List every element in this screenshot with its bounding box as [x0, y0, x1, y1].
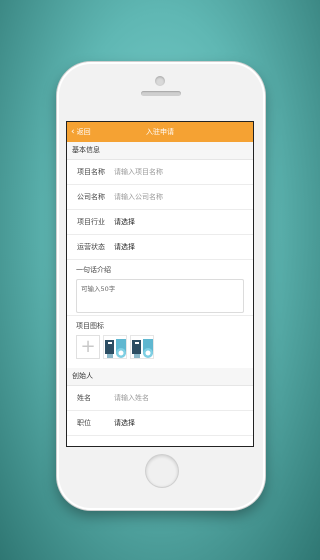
status-label: 运营状态: [77, 243, 105, 251]
earpiece-speaker: [141, 91, 181, 96]
image-thumbnail-icon: [131, 336, 153, 358]
image-thumbnail-icon: [104, 336, 126, 358]
intro-label: 一句话介绍: [76, 266, 111, 274]
section-basic-info: 基本信息: [67, 142, 253, 160]
intro-block: 一句话介绍: [67, 260, 253, 316]
company-name-label: 公司名称: [77, 193, 105, 201]
add-image-button[interactable]: +: [76, 335, 100, 359]
project-name-label: 项目名称: [77, 168, 105, 176]
plus-icon: +: [80, 336, 96, 357]
page-title: 入驻申请: [146, 128, 174, 136]
founder-position-label: 职位: [77, 419, 91, 427]
project-icon-row: +: [76, 335, 244, 359]
uploaded-image-thumb[interactable]: [130, 335, 154, 359]
back-button[interactable]: ‹ 返回: [71, 122, 91, 142]
home-button[interactable]: [146, 455, 178, 487]
chevron-left-icon: ‹: [71, 126, 75, 137]
industry-row[interactable]: 项目行业 请选择: [67, 210, 253, 235]
intro-textarea[interactable]: [76, 279, 244, 313]
top-nav-bar: 入驻申请 ‹ 返回: [67, 122, 253, 142]
project-icon-block: 项目图标 +: [67, 316, 253, 368]
founder-position-select[interactable]: 请选择: [114, 418, 135, 428]
front-camera: [155, 76, 165, 86]
uploaded-image-thumb[interactable]: [103, 335, 127, 359]
industry-label: 项目行业: [77, 218, 105, 226]
section-founder: 创始人: [67, 368, 253, 386]
project-icon-label: 项目图标: [76, 322, 104, 330]
founder-name-row: 姓名: [67, 386, 253, 411]
company-name-row: 公司名称: [67, 185, 253, 210]
project-name-input[interactable]: [114, 168, 214, 176]
founder-name-input[interactable]: [114, 394, 214, 402]
project-name-row: 项目名称: [67, 160, 253, 185]
industry-select[interactable]: 请选择: [114, 217, 135, 227]
founder-position-row[interactable]: 职位 请选择: [67, 411, 253, 436]
app-screen: 入驻申请 ‹ 返回 基本信息 项目名称 公司名称 项目行业 请选择 运营状态 请…: [66, 121, 254, 447]
founder-name-label: 姓名: [77, 394, 91, 402]
back-label: 返回: [76, 128, 91, 136]
status-row[interactable]: 运营状态 请选择: [67, 235, 253, 260]
status-select[interactable]: 请选择: [114, 242, 135, 252]
company-name-input[interactable]: [114, 193, 214, 201]
